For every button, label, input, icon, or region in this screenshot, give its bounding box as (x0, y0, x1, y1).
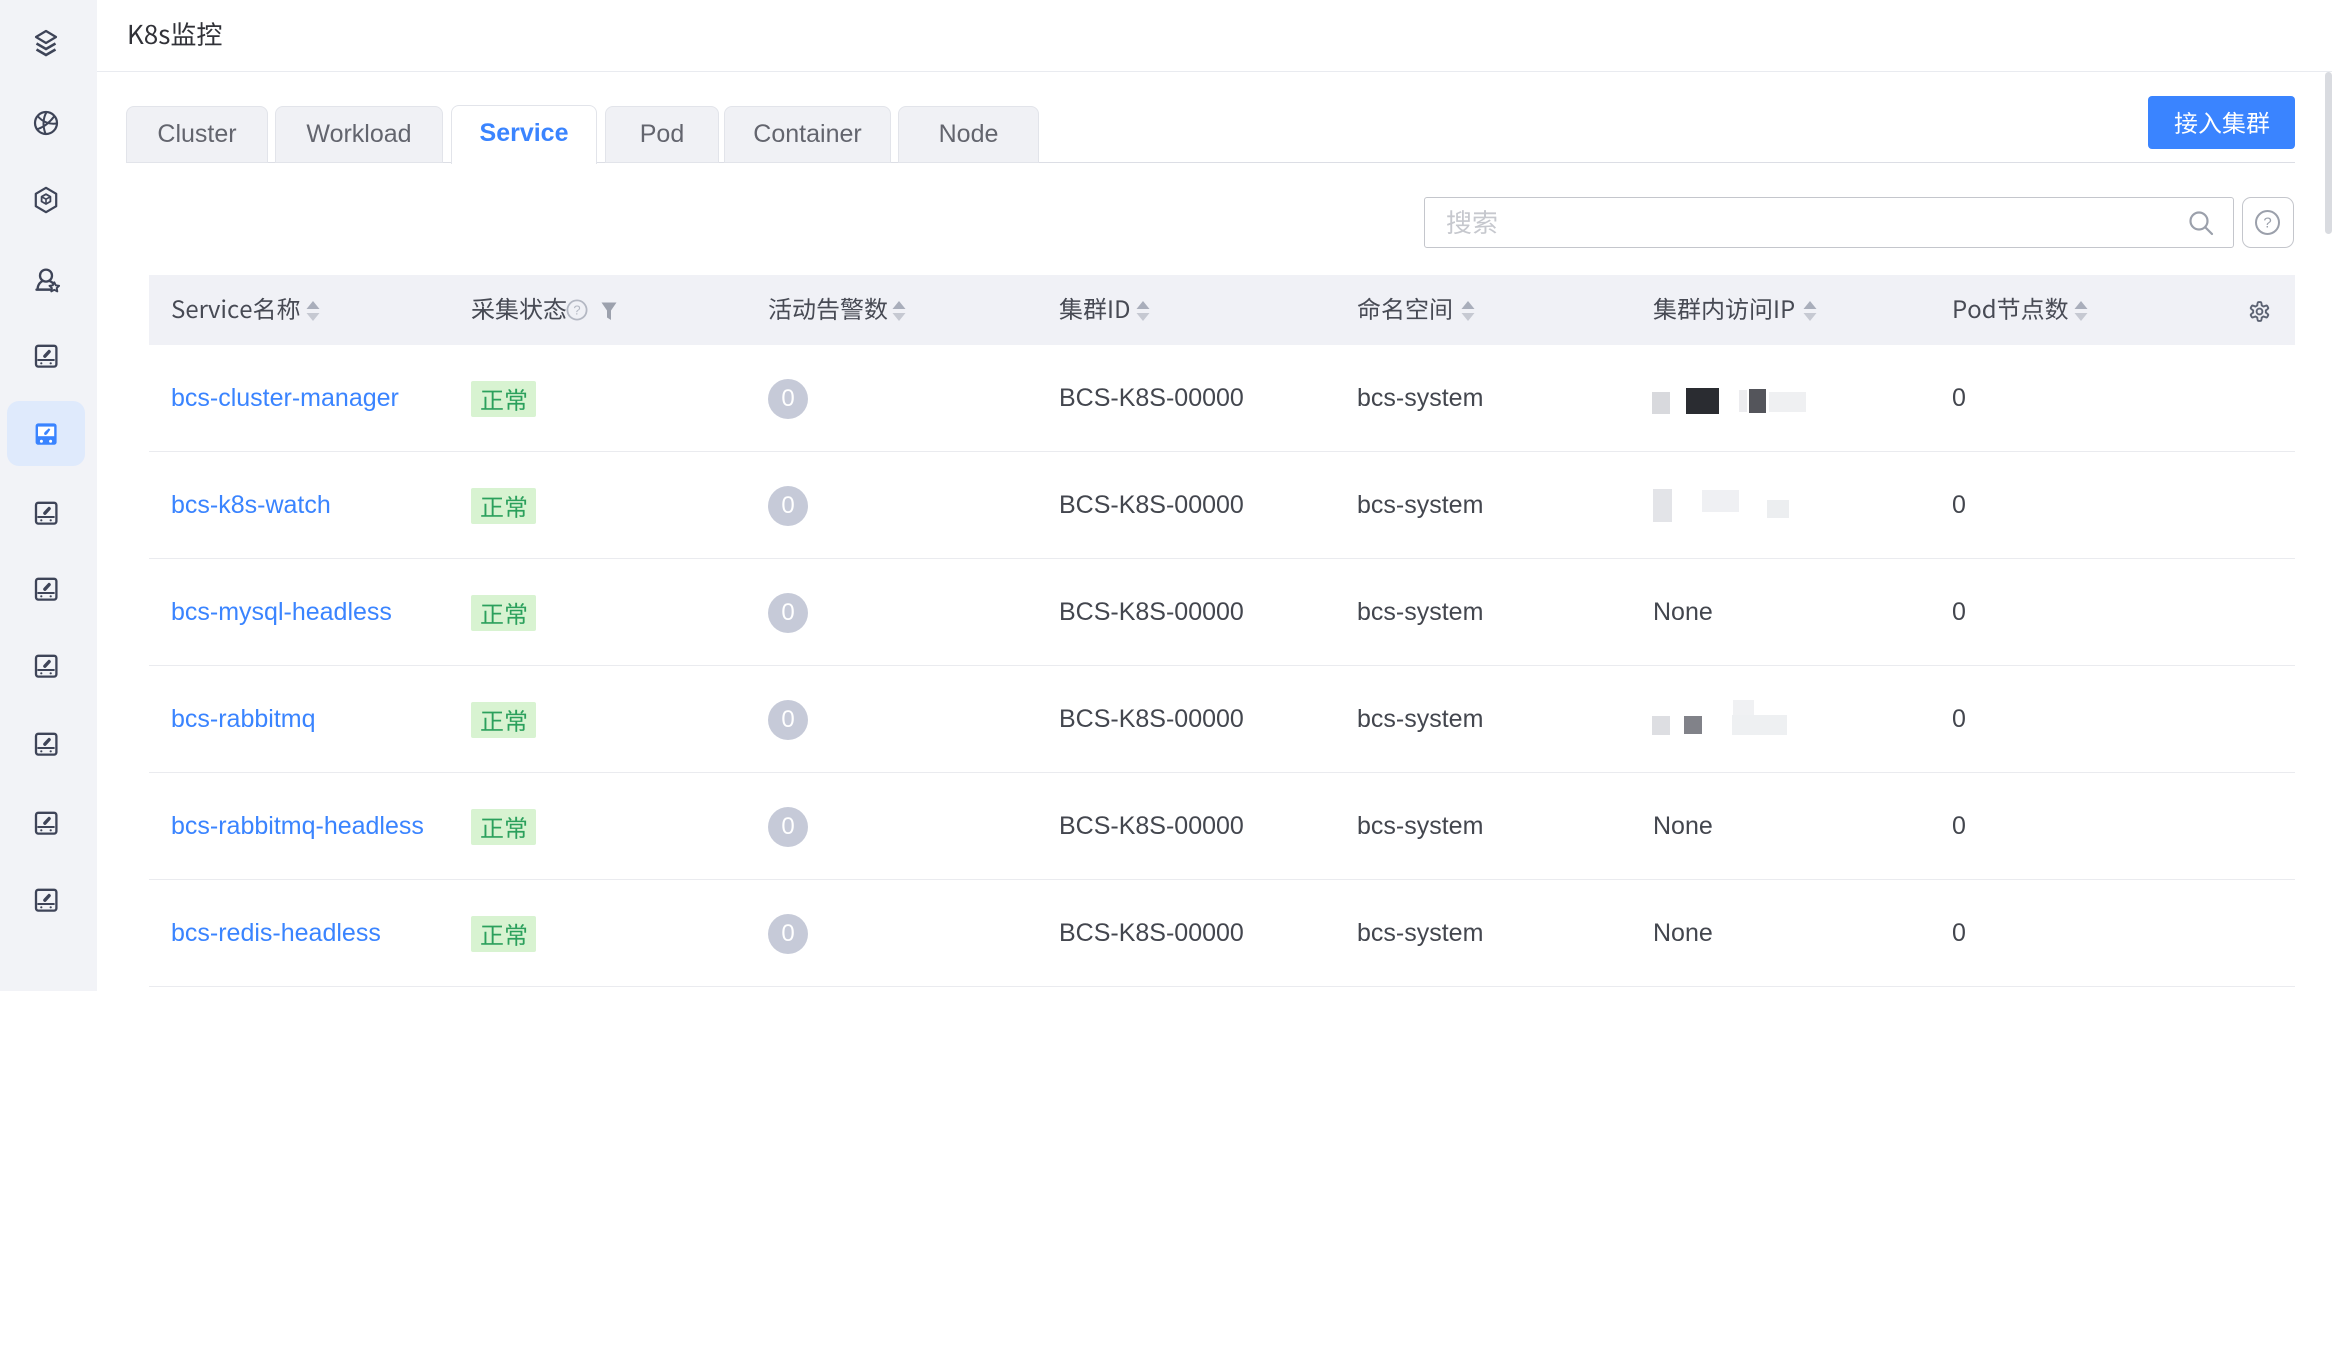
svg-text:?: ? (2263, 215, 2271, 232)
svg-text:?: ? (573, 303, 580, 318)
